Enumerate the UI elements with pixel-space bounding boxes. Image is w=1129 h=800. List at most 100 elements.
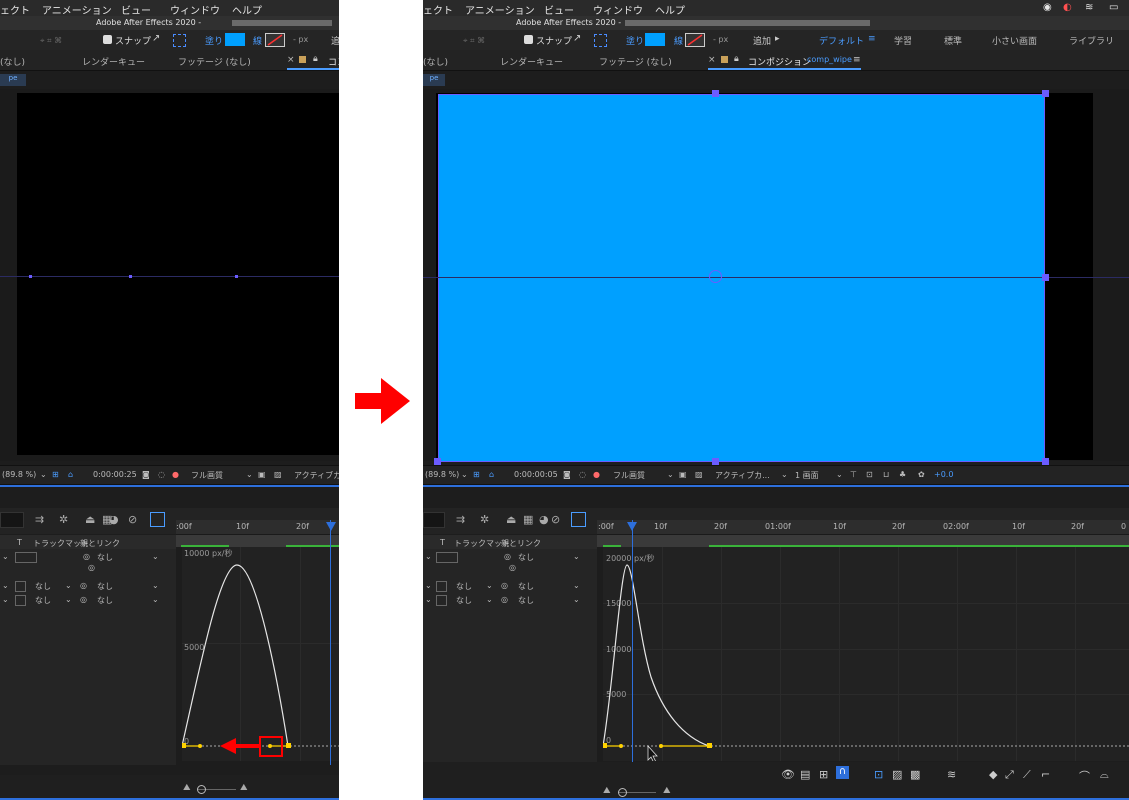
show-snapshot-icon[interactable]: ◌ bbox=[158, 470, 165, 479]
layer-row[interactable]: ⌄ ◎ なし ⌄ bbox=[423, 550, 597, 564]
transform-handle[interactable] bbox=[434, 458, 441, 465]
view-dropdown-icon[interactable]: ⌄ bbox=[781, 470, 788, 479]
lock-icon[interactable]: 🔒︎ bbox=[313, 54, 318, 64]
panel-menu-icon[interactable]: ≡ bbox=[853, 55, 861, 65]
current-time[interactable]: 0:00:00:05 bbox=[514, 470, 558, 479]
chevron-down-icon[interactable]: ⌄ bbox=[2, 595, 9, 604]
timeline-search-input[interactable] bbox=[423, 512, 445, 528]
resolution-dropdown-icon[interactable]: ⌄ bbox=[246, 470, 253, 479]
layer-row[interactable]: ⌄ なし ⌄ ◎ なし ⌄ bbox=[0, 579, 176, 593]
camera-view-select[interactable]: アクティブカ bbox=[294, 470, 339, 481]
bounding-icon[interactable] bbox=[173, 34, 186, 47]
timeline-icon[interactable]: ⊔ bbox=[883, 470, 889, 479]
mask-icon[interactable]: ⌂ bbox=[68, 470, 73, 479]
motion-blur-icon[interactable]: ◕ bbox=[539, 513, 549, 526]
zoom-out-icon[interactable]: ⛰ bbox=[183, 783, 191, 793]
menu-help[interactable]: ヘルプ bbox=[232, 2, 262, 17]
snap-checkbox[interactable] bbox=[103, 35, 112, 44]
resolution-select[interactable]: フル画質 bbox=[191, 470, 223, 481]
zoom-slider-knob[interactable] bbox=[197, 785, 206, 794]
workspace-libraries[interactable]: ライブラリ bbox=[1069, 34, 1114, 47]
chevron-down-icon[interactable]: ⌄ bbox=[573, 595, 580, 604]
stroke-width[interactable]: - px bbox=[293, 35, 308, 44]
fill-label[interactable]: 塗り bbox=[205, 34, 223, 47]
current-time[interactable]: 0:00:00:25 bbox=[93, 470, 137, 479]
chevron-down-icon[interactable]: ⌄ bbox=[2, 552, 9, 561]
composition-mini-flow-icon[interactable]: ⇉ bbox=[35, 513, 44, 526]
anchor-point-icon[interactable] bbox=[709, 270, 722, 283]
view-layout-select[interactable]: 1 画面 bbox=[795, 470, 819, 481]
stroke-label[interactable]: 線 bbox=[674, 34, 683, 47]
tab-footage[interactable]: フッテージ (なし) bbox=[178, 55, 251, 68]
shy-layers-icon[interactable]: ⏏ bbox=[506, 513, 516, 526]
parent-select[interactable]: なし bbox=[97, 552, 113, 563]
workspace-menu-icon[interactable]: ≡ bbox=[868, 34, 876, 44]
tool-icons[interactable]: ⌖ ⌗ ⌘ bbox=[463, 36, 513, 45]
graph-editor[interactable]: 20000 px/秒 15000 10000 5000 0 bbox=[603, 547, 1129, 761]
tab-composition[interactable]: コンポジション bbox=[748, 55, 811, 68]
exposure-icon[interactable]: ✿ bbox=[918, 470, 925, 479]
workspace-learn[interactable]: 学習 bbox=[894, 34, 912, 47]
parent-select[interactable]: なし bbox=[518, 581, 534, 592]
convert-linear-icon[interactable]: ⟋ bbox=[1023, 768, 1031, 782]
parent-select[interactable]: なし bbox=[518, 595, 534, 606]
zoom-level[interactable]: (89.8 %) bbox=[2, 470, 36, 479]
separate-dimensions-icon[interactable]: ▩ bbox=[910, 768, 920, 781]
chevron-down-icon[interactable]: ⌄ bbox=[152, 595, 159, 604]
menu-help[interactable]: ヘルプ bbox=[655, 2, 685, 17]
tab-none[interactable]: (なし) bbox=[0, 55, 25, 68]
transparency-icon[interactable]: ▨ bbox=[695, 470, 703, 479]
transform-handle[interactable] bbox=[1042, 458, 1049, 465]
trackmatte-select[interactable]: なし bbox=[456, 581, 472, 592]
zoom-dropdown-icon[interactable]: ⌄ bbox=[461, 470, 468, 479]
trackmatte-select[interactable] bbox=[15, 552, 37, 563]
transform-handle[interactable] bbox=[712, 90, 719, 97]
zoom-slider-knob[interactable] bbox=[618, 788, 627, 797]
layer-row[interactable]: ⌄ ◎ なし ⌄ bbox=[0, 550, 176, 564]
pickwhip-icon[interactable]: ◎ bbox=[80, 581, 87, 590]
layout-dropdown-icon[interactable]: ⌄ bbox=[836, 470, 843, 479]
timeline-search-input[interactable] bbox=[0, 512, 24, 528]
composition-mini-flow-icon[interactable]: ⇉ bbox=[456, 513, 465, 526]
menu-animation[interactable]: アニメーション bbox=[465, 2, 535, 17]
chevron-down-icon[interactable]: ⌄ bbox=[65, 581, 72, 590]
tab-none[interactable]: (なし) bbox=[423, 55, 448, 68]
parent-select[interactable]: なし bbox=[97, 581, 113, 592]
playhead-handle[interactable] bbox=[326, 522, 336, 531]
add-dropdown-icon[interactable]: ▸ bbox=[775, 34, 780, 44]
camera-view-select[interactable]: アクティブカ... bbox=[715, 470, 770, 481]
menu-animation[interactable]: アニメーション bbox=[42, 2, 112, 17]
resolution-select[interactable]: フル画質 bbox=[613, 470, 645, 481]
layer-row[interactable]: ⌄ なし ⌄ ◎ なし ⌄ bbox=[423, 593, 597, 607]
color-channel-icon[interactable]: ● bbox=[172, 470, 179, 479]
playhead-line[interactable] bbox=[330, 520, 331, 765]
trackmatte-select[interactable]: なし bbox=[456, 595, 472, 606]
add-button[interactable]: 追加 bbox=[753, 34, 771, 47]
time-ruler[interactable]: :00f 10f 20f bbox=[176, 520, 339, 535]
chevron-down-icon[interactable]: ⌄ bbox=[2, 581, 9, 590]
snap-option-icon[interactable]: ↗ bbox=[152, 33, 160, 44]
trackmatte-select[interactable]: なし bbox=[35, 595, 51, 606]
menu-view[interactable]: ビュー bbox=[121, 2, 151, 17]
chevron-down-icon[interactable]: ⌄ bbox=[486, 595, 493, 604]
zoom-out-icon[interactable]: ⛰ bbox=[603, 786, 611, 796]
zoom-dropdown-icon[interactable]: ⌄ bbox=[40, 470, 47, 479]
pickwhip-icon[interactable]: ◎ bbox=[501, 595, 508, 604]
chevron-down-icon[interactable]: ⌄ bbox=[152, 581, 159, 590]
motion-blur-icon[interactable]: ◕ bbox=[109, 513, 119, 526]
trackmatte-select[interactable] bbox=[436, 552, 458, 563]
graph-type-icon[interactable]: ▤ bbox=[800, 768, 810, 781]
fill-color-swatch[interactable] bbox=[225, 33, 245, 46]
tab-composition[interactable]: コン bbox=[328, 55, 339, 68]
chevron-down-icon[interactable]: ⌄ bbox=[152, 552, 159, 561]
transform-box-icon[interactable]: ⊞ bbox=[819, 768, 828, 781]
trackmatte-select[interactable]: なし bbox=[35, 581, 51, 592]
flowchart-icon[interactable]: ♣ bbox=[899, 470, 906, 479]
playhead-handle[interactable] bbox=[627, 522, 637, 531]
parent-select[interactable]: なし bbox=[518, 552, 534, 563]
composition-viewer[interactable] bbox=[423, 89, 1129, 465]
draft-3d-icon[interactable]: ✲ bbox=[480, 513, 489, 526]
chevron-down-icon[interactable]: ⌄ bbox=[425, 595, 432, 604]
chevron-down-icon[interactable]: ⌄ bbox=[573, 581, 580, 590]
zoom-level[interactable]: (89.8 %) bbox=[425, 470, 459, 479]
